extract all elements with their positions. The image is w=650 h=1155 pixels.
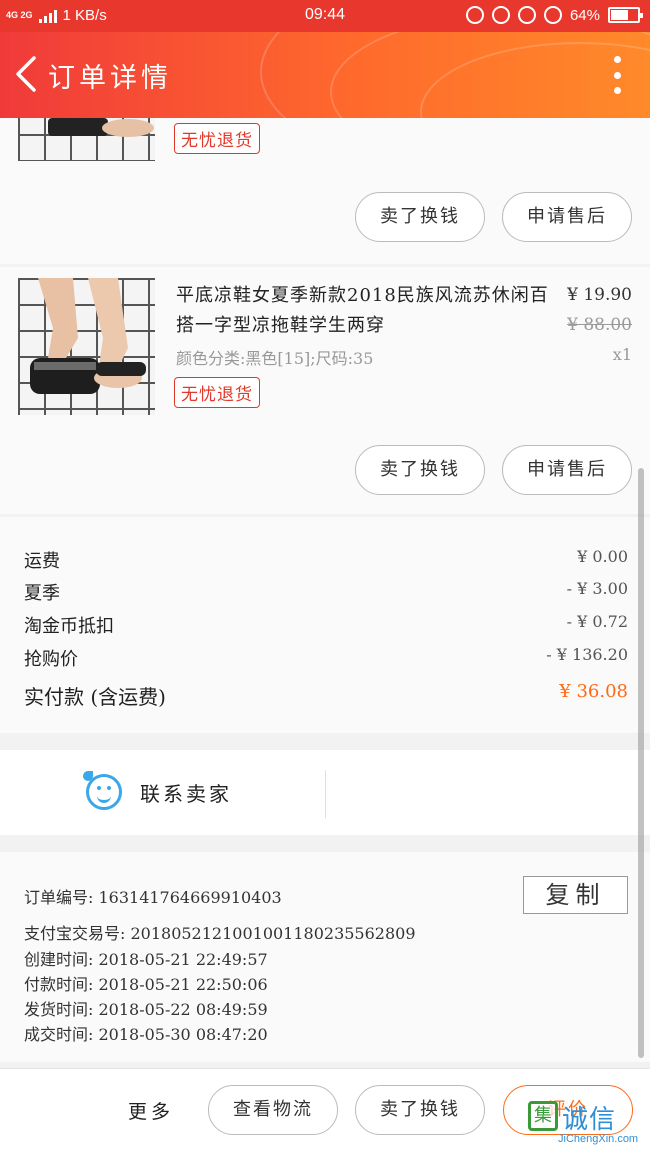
scrollbar[interactable] <box>638 468 644 1058</box>
resell-button[interactable]: 卖了换钱 <box>355 1085 485 1135</box>
page-title: 订单详情 <box>48 63 172 94</box>
order-item-card: 平底凉鞋女夏季新款2018民族风流苏休闲百搭一字型凉拖鞋学生两穿 颜色分类:黑色… <box>0 267 650 514</box>
title-bar: 订单详情 <box>0 32 650 118</box>
order-info-section: 订单编号: 163141764669910403 复制 支付宝交易号: 2018… <box>0 852 650 1062</box>
battery-icon <box>608 7 643 23</box>
original-price: ¥ 88.00 <box>567 315 632 335</box>
site-watermark: 集 诚信 JiChengXin.com <box>528 1099 646 1149</box>
status-bar: 4G 2G 1 KB/s 09:44 64% <box>0 0 650 32</box>
copy-button[interactable]: 复制 <box>523 876 628 914</box>
status-right: 64% <box>465 6 643 24</box>
order-item-card: 无忧退货 卖了换钱 申请售后 <box>0 118 650 264</box>
fee-value: - ¥ 3.00 <box>566 579 628 598</box>
fee-label: 抢购价 <box>24 649 78 670</box>
fee-label: 淘金币抵扣 <box>24 616 114 637</box>
product-quantity: x1 <box>612 345 632 364</box>
divider <box>325 770 326 818</box>
fee-value: - ¥ 0.72 <box>566 612 628 631</box>
chat-bubble-icon <box>83 771 122 810</box>
product-thumbnail[interactable] <box>18 278 155 415</box>
free-return-badge: 无忧退货 <box>174 377 260 408</box>
fee-row-flash-sale: 抢购价 - ¥ 136.20 <box>24 645 628 671</box>
contact-seller-section: 联系卖家 <box>0 750 650 835</box>
fee-row-total: 实付款 (含运费) ¥ 36.08 <box>24 681 628 710</box>
more-button[interactable]: 更多 <box>128 1097 174 1124</box>
free-return-badge: 无忧退货 <box>174 123 260 154</box>
sandal-image <box>30 278 146 394</box>
watermark-logo-icon: 集 <box>528 1101 558 1131</box>
resell-button[interactable]: 卖了换钱 <box>355 445 485 495</box>
completed-time: 成交时间: 2018-05-30 08:47:20 <box>24 1025 268 1044</box>
more-options-icon[interactable] <box>612 56 622 94</box>
fee-label: 夏季 <box>24 583 60 604</box>
fee-value: - ¥ 136.20 <box>546 645 628 664</box>
product-price: ¥ 19.90 <box>567 285 632 305</box>
sandal-image <box>48 118 154 137</box>
resell-button[interactable]: 卖了换钱 <box>355 192 485 242</box>
shipped-time: 发货时间: 2018-05-22 08:49:59 <box>24 1000 268 1019</box>
contact-seller-button[interactable]: 联系卖家 <box>0 750 325 835</box>
back-arrow-icon[interactable] <box>10 54 50 94</box>
paid-time: 付款时间: 2018-05-21 22:50:06 <box>24 975 268 994</box>
product-spec: 颜色分类:黑色[15];尺码:35 <box>176 349 374 368</box>
created-time: 创建时间: 2018-05-21 22:49:57 <box>24 950 268 969</box>
fee-label: 实付款 (含运费) <box>24 685 166 709</box>
battery-percent: 64% <box>569 6 600 24</box>
order-number: 订单编号: 163141764669910403 <box>24 888 282 907</box>
fee-row-shipping: 运费 ¥ 0.00 <box>24 547 628 573</box>
alipay-trade-number: 支付宝交易号: 2018052121001001180235562809 <box>24 924 416 943</box>
product-thumbnail[interactable] <box>18 118 155 161</box>
contact-seller-label: 联系卖家 <box>140 782 232 806</box>
watermark-text: 诚信 <box>562 1105 617 1135</box>
fee-summary: 运费 ¥ 0.00 夏季 - ¥ 3.00 淘金币抵扣 - ¥ 0.72 抢购价… <box>0 517 650 733</box>
lock-rotation-icon <box>491 6 510 24</box>
fee-row-discount: 夏季 - ¥ 3.00 <box>24 579 628 605</box>
fee-label: 运费 <box>24 551 60 572</box>
view-logistics-button[interactable]: 查看物流 <box>208 1085 338 1135</box>
sync-icon <box>517 6 536 24</box>
watermark-url: JiChengXin.com <box>558 1133 639 1145</box>
after-sales-button[interactable]: 申请售后 <box>502 192 632 242</box>
fee-value: ¥ 0.00 <box>577 547 628 566</box>
vibrate-icon <box>465 6 484 24</box>
product-title[interactable]: 平底凉鞋女夏季新款2018民族风流苏休闲百搭一字型凉拖鞋学生两穿 <box>176 281 556 341</box>
after-sales-button[interactable]: 申请售后 <box>502 445 632 495</box>
fee-row-coins: 淘金币抵扣 - ¥ 0.72 <box>24 612 628 638</box>
total-paid-value: ¥ 36.08 <box>559 681 628 702</box>
alarm-icon <box>543 6 562 24</box>
